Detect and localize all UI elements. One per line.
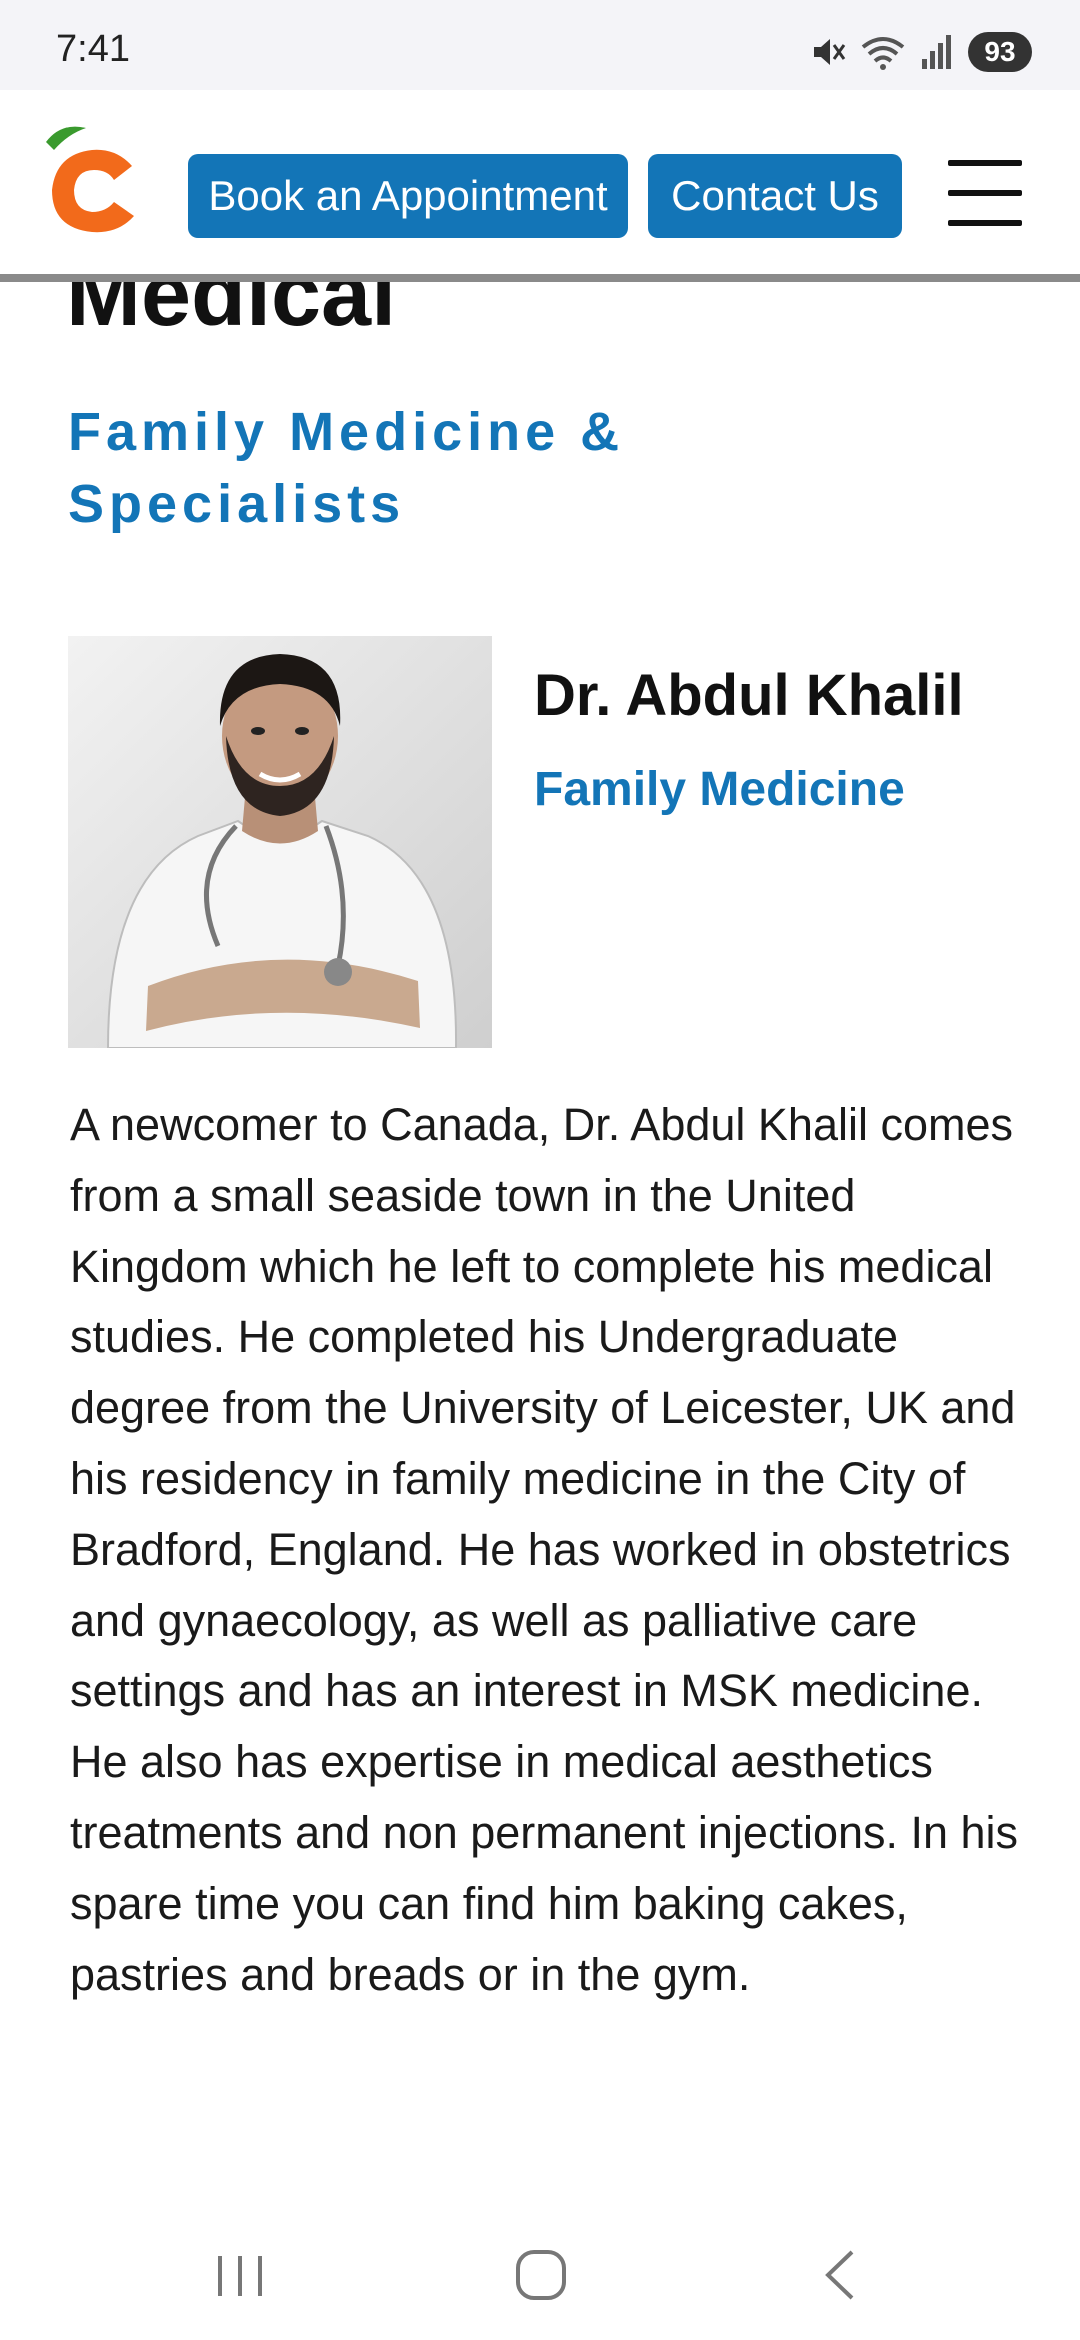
system-nav-bar	[0, 2210, 1080, 2340]
status-icons: 93	[808, 30, 1032, 74]
signal-icon	[920, 33, 954, 71]
book-appointment-button[interactable]: Book an Appointment	[188, 154, 628, 238]
site-header: Book an Appointment Contact Us	[0, 90, 1080, 282]
home-icon[interactable]	[500, 2240, 580, 2310]
doctor-portrait	[68, 636, 492, 1048]
mute-icon	[808, 33, 846, 71]
doctor-bio: A newcomer to Canada, Dr. Abdul Khalil c…	[70, 1099, 1019, 2000]
clinic-logo[interactable]	[16, 120, 146, 240]
battery-icon: 93	[968, 32, 1032, 72]
back-icon[interactable]	[800, 2240, 880, 2310]
doctor-specialty: Family Medicine	[534, 763, 905, 816]
hamburger-menu-icon[interactable]	[948, 156, 1022, 230]
contact-us-button[interactable]: Contact Us	[648, 154, 902, 238]
page-tagline: Family Medicine & Specialists	[68, 402, 625, 534]
doctor-name: Dr. Abdul Khalil	[534, 663, 964, 728]
recent-apps-icon[interactable]	[200, 2240, 280, 2310]
status-time: 7:41	[56, 28, 130, 70]
status-bar: 7:41 93	[0, 0, 1080, 90]
wifi-icon	[860, 33, 906, 71]
